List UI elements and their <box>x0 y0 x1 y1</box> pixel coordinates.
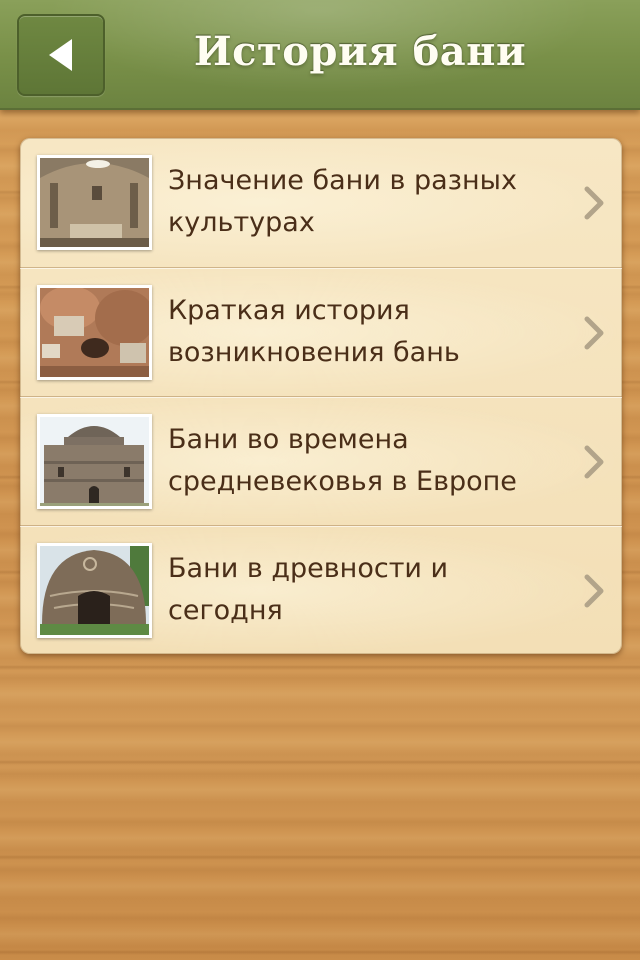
thumbnail-image <box>37 155 152 250</box>
domed-stone-bathhouse-photo <box>40 417 149 506</box>
list-item[interactable]: Бани в древности и сегодня <box>20 525 622 654</box>
item-label: Краткая история возникновения бань <box>168 295 460 368</box>
thumbnail-image <box>37 285 152 380</box>
chevron-right-icon <box>584 445 604 479</box>
navigation-bar: История бани <box>0 0 640 110</box>
back-arrow-icon <box>49 39 72 71</box>
history-list: Значение бани в разных культурах Краткая… <box>20 138 622 654</box>
chevron-right-icon <box>584 574 604 608</box>
domed-clay-bathhouse-photo <box>40 546 149 635</box>
chevron-right-icon <box>584 186 604 220</box>
chevron-right-icon <box>584 316 604 350</box>
list-item[interactable]: Краткая история возникновения бань <box>20 267 622 396</box>
page-title: История бани <box>193 28 527 75</box>
thumbnail-image <box>37 543 152 638</box>
item-label: Бани в древности и сегодня <box>168 553 449 626</box>
list-item[interactable]: Значение бани в разных культурах <box>20 138 622 267</box>
back-button[interactable] <box>17 14 105 96</box>
ancient-bath-ruins-photo <box>40 288 149 377</box>
roman-bath-interior-photo <box>40 158 149 247</box>
thumbnail-image <box>37 414 152 509</box>
list-item[interactable]: Бани во времена средневековья в Европе <box>20 396 622 525</box>
item-label: Бани во времена средневековья в Европе <box>168 424 517 497</box>
item-label: Значение бани в разных культурах <box>168 165 517 238</box>
